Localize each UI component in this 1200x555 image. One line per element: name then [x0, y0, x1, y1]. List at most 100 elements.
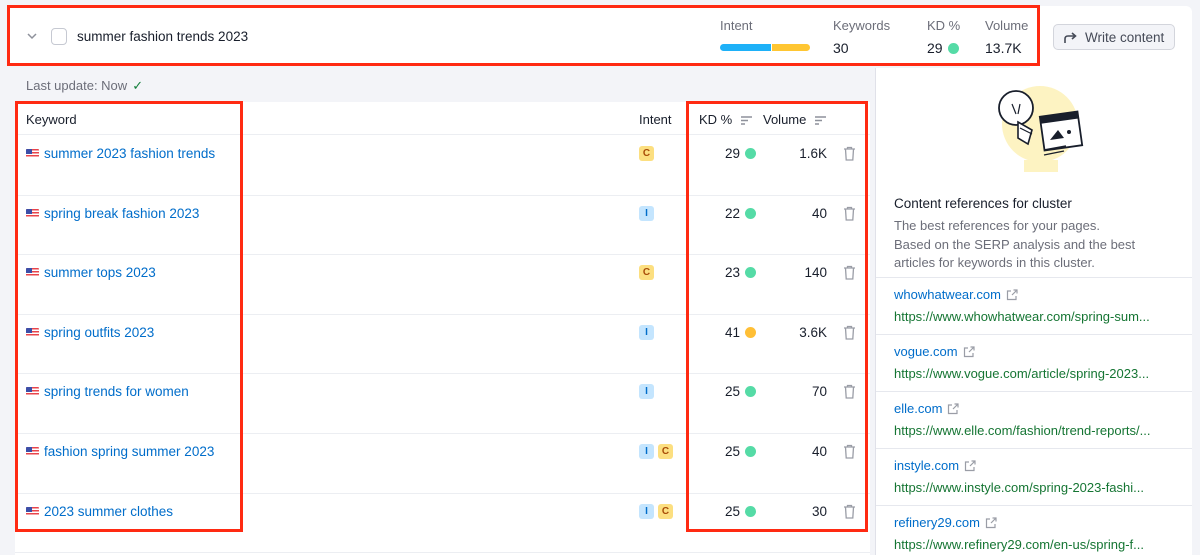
trash-icon[interactable] — [843, 444, 856, 459]
reference-item: refinery29.com https://www.refinery29.co… — [876, 505, 1192, 555]
kd-status-dot — [745, 267, 756, 279]
panel-description: The best references for your pages. Base… — [894, 217, 1184, 273]
kd-status-dot — [745, 207, 756, 219]
table-header: Keyword Intent KD % Volume — [15, 102, 870, 135]
intent-badge-informational: I — [639, 384, 654, 400]
keyword-link[interactable]: summer tops 2023 — [26, 265, 156, 280]
keyword-text: 2023 summer clothes — [44, 503, 174, 519]
volume-cell: 1.6K — [799, 146, 827, 161]
reference-domain-link[interactable]: vogue.com — [894, 344, 975, 359]
kd-cell: 25 — [725, 504, 756, 519]
intent-cell: C — [639, 146, 654, 161]
kd-cell: 23 — [725, 265, 756, 280]
reference-item: whowhatwear.com https://www.whowhatwear.… — [876, 277, 1192, 334]
intent-badge-informational: I — [639, 503, 654, 519]
keywords-count: 30 — [833, 40, 849, 56]
keyword-link[interactable]: summer 2023 fashion trends — [26, 146, 215, 161]
external-link-icon — [948, 402, 960, 414]
table-row: summer tops 2023 C 23 140 — [15, 255, 870, 315]
kd-cell: 25 — [725, 444, 756, 459]
panel-description-line: articles for keywords in this cluster. — [894, 255, 1095, 270]
intent-cell: I — [639, 324, 654, 340]
kd-status-dot — [745, 446, 756, 457]
reference-url[interactable]: https://www.whowhatwear.com/spring-sum..… — [894, 309, 1150, 324]
us-flag-icon — [26, 447, 39, 456]
reference-domain: whowhatwear.com — [894, 287, 1001, 302]
keyword-link[interactable]: fashion spring summer 2023 — [26, 444, 214, 459]
intent-badge-informational: I — [639, 205, 654, 221]
us-flag-icon — [26, 268, 39, 278]
lightbulb-illustration-icon — [998, 86, 1084, 172]
trash-icon[interactable] — [843, 504, 856, 519]
cluster-checkbox[interactable] — [51, 28, 67, 45]
reference-url[interactable]: https://www.instyle.com/spring-2023-fash… — [894, 480, 1144, 495]
reference-url[interactable]: https://www.elle.com/fashion/trend-repor… — [894, 423, 1151, 438]
intent-badge-commercial: C — [658, 503, 673, 519]
reference-item: vogue.com https://www.vogue.com/article/… — [876, 334, 1192, 391]
trash-icon[interactable] — [843, 146, 856, 161]
keywords-table: Keyword Intent KD % Volume summer 2023 f… — [15, 102, 870, 555]
volume-label: Volume — [985, 18, 1029, 33]
kd-status-dot — [947, 43, 959, 54]
volume-cell: 140 — [804, 265, 827, 281]
keywords-label: Keywords — [833, 18, 891, 33]
keyword-link[interactable]: spring outfits 2023 — [26, 325, 154, 340]
reference-domain: refinery29.com — [894, 515, 980, 530]
trash-icon[interactable] — [843, 325, 856, 340]
trash-icon[interactable] — [843, 265, 856, 280]
trash-icon[interactable] — [843, 206, 856, 221]
intent-badge-informational: I — [639, 444, 654, 459]
intent-badge-informational: I — [639, 324, 654, 340]
kd-cell: 29 — [725, 146, 756, 161]
header-volume[interactable]: Volume — [763, 112, 826, 127]
keyword-link[interactable]: spring trends for women — [26, 384, 189, 399]
us-flag-icon — [26, 208, 39, 218]
us-flag-icon — [26, 387, 39, 397]
keyword-text: spring trends for women — [44, 384, 189, 400]
external-link-icon — [963, 345, 975, 357]
keyword-link[interactable]: spring break fashion 2023 — [26, 206, 199, 221]
volume-cell: 70 — [811, 384, 827, 400]
reference-domain: vogue.com — [894, 344, 958, 359]
keyword-text: spring outfits 2023 — [44, 324, 155, 340]
intent-bar-commercial — [771, 44, 810, 51]
trash-icon[interactable] — [843, 384, 856, 400]
reference-domain-link[interactable]: instyle.com — [894, 458, 976, 473]
header-kd-label: KD % — [699, 112, 733, 127]
kd-number: 25 — [724, 503, 740, 519]
content-references-panel: Content references for cluster The best … — [875, 68, 1192, 555]
intent-cell: I — [639, 205, 654, 221]
checkmark-icon: ✓ — [132, 78, 144, 93]
reference-domain-link[interactable]: refinery29.com — [894, 515, 997, 530]
us-flag-icon — [26, 327, 39, 337]
intent-cell: IC — [639, 444, 673, 459]
reference-domain: instyle.com — [894, 458, 960, 473]
reference-url[interactable]: https://www.refinery29.com/en-us/spring-… — [894, 537, 1144, 552]
intent-cell: IC — [639, 503, 673, 519]
external-link-icon — [985, 516, 997, 528]
cluster-title: summer fashion trends 2023 — [77, 29, 249, 44]
header-kd[interactable]: KD % — [699, 112, 752, 127]
intent-label: Intent — [720, 18, 753, 33]
reference-domain-link[interactable]: elle.com — [894, 401, 960, 416]
header-keyword: Keyword — [26, 112, 77, 127]
table-row: spring break fashion 2023 I 22 40 — [15, 196, 870, 256]
kd-number: 25 — [724, 384, 740, 400]
reference-url[interactable]: https://www.vogue.com/article/spring-202… — [894, 366, 1149, 381]
reference-domain-link[interactable]: whowhatwear.com — [894, 287, 1018, 302]
last-update: Last update: Now ✓ — [26, 78, 143, 94]
sort-icon — [740, 116, 752, 125]
intent-badge-commercial: C — [639, 265, 654, 281]
keyword-text: summer tops 2023 — [44, 265, 156, 281]
table-row: fashion spring summer 2023 IC 25 40 — [15, 434, 870, 494]
volume-cell: 40 — [811, 444, 827, 459]
volume-cell: 30 — [811, 503, 827, 519]
cluster-header: summer fashion trends 2023 Intent Keywor… — [8, 6, 1038, 64]
panel-title: Content references for cluster — [894, 196, 1072, 211]
chevron-down-icon[interactable] — [26, 30, 38, 42]
intent-cell: I — [639, 384, 654, 400]
kd-number: 29 — [927, 40, 943, 56]
write-content-button[interactable]: Write content — [1053, 24, 1175, 50]
header-intent: Intent — [639, 112, 672, 127]
keyword-link[interactable]: 2023 summer clothes — [26, 504, 173, 519]
